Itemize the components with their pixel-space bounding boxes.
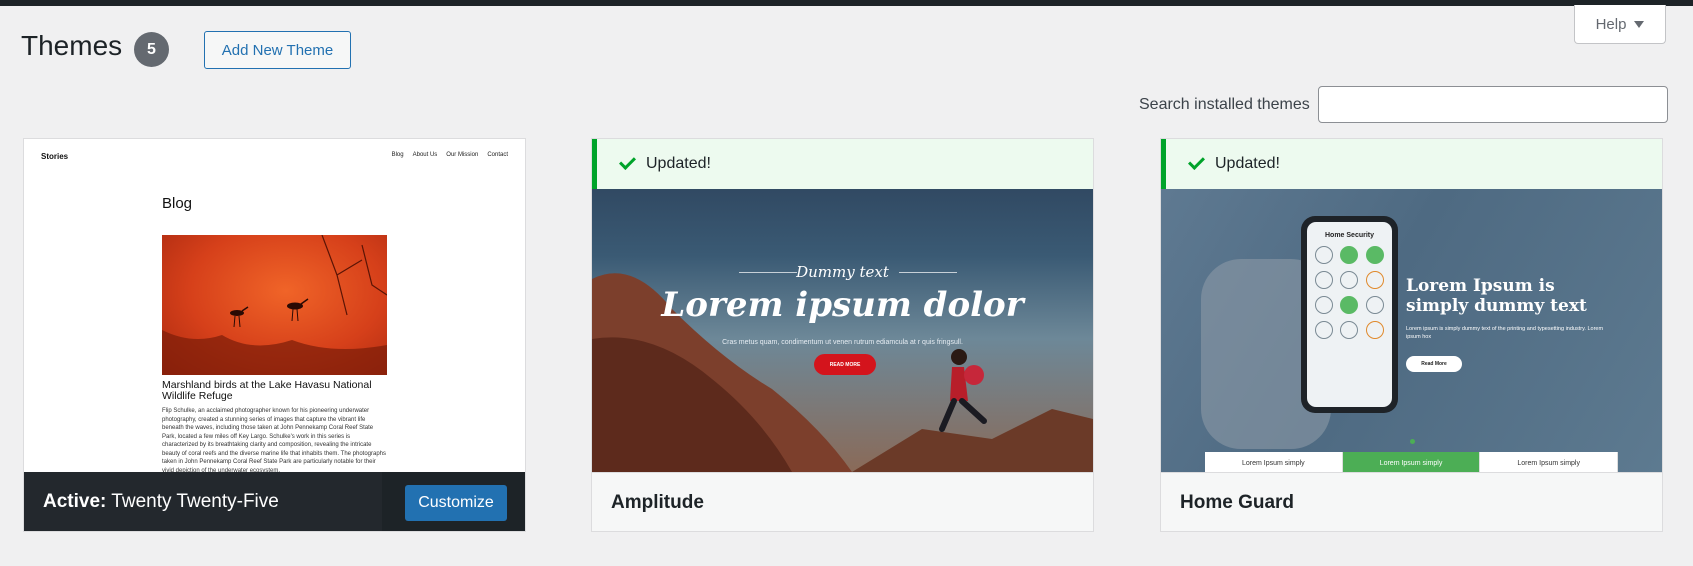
preview-pager-dot: [1410, 439, 1415, 444]
preview-feature-card: Lorem Ipsum simply: [1480, 452, 1619, 472]
home-device-icon: [1365, 321, 1384, 339]
home-device-icon: [1315, 246, 1334, 264]
help-button[interactable]: Help: [1574, 5, 1666, 44]
page-title: Themes: [21, 30, 123, 61]
preview-phone: Home Security: [1301, 216, 1398, 413]
home-device-icon: [1315, 321, 1334, 339]
preview-screen-title: Home Security: [1324, 232, 1375, 239]
active-prefix: Active:: [43, 491, 107, 512]
theme-card-twenty-twenty-five[interactable]: Stories Blog About Us Our Mission Contac…: [23, 138, 526, 532]
checkmark-icon: [619, 153, 636, 170]
preview-post-title: Marshland birds at the Lake Havasu Natio…: [162, 379, 372, 402]
bulb-icon: [1340, 246, 1359, 264]
search-label: Search installed themes: [1139, 96, 1310, 113]
notice-text: Updated!: [1215, 155, 1280, 172]
preview-nav-item: Blog: [391, 152, 404, 158]
home-device-icon: [1365, 296, 1384, 314]
updated-notice: Updated!: [592, 139, 1093, 189]
preview-subtext: Lorem ipsum is simply dummy text of the …: [1406, 326, 1604, 340]
active-theme-label: Active: Twenty Twenty-Five: [24, 472, 382, 531]
theme-name-bar: Home Guard: [1161, 472, 1662, 531]
preview-eyebrow: Dummy text: [796, 263, 889, 281]
add-new-theme-button[interactable]: Add New Theme: [204, 31, 351, 69]
theme-card-amplitude[interactable]: Updated! Dummy text Lorem ipsum dolor Cr…: [591, 138, 1094, 532]
home-device-icon: [1365, 271, 1384, 289]
preview-post-excerpt: Flip Schulke, an acclaimed photographer …: [162, 408, 387, 472]
updated-notice: Updated!: [1161, 139, 1662, 189]
customize-button[interactable]: Customize: [405, 485, 507, 521]
preview-headline: Lorem ipsum dolor: [661, 285, 1024, 325]
preview-site-title: Stories: [41, 152, 69, 161]
preview-icon-grid: [1315, 246, 1384, 339]
theme-name: Amplitude: [611, 492, 704, 513]
caret-down-icon: [1634, 21, 1645, 28]
preview-nav: Blog About Us Our Mission Contact: [392, 152, 508, 158]
search-themes-input[interactable]: [1318, 86, 1668, 123]
preview-nav-item: Contact: [487, 152, 508, 158]
home-device-icon: [1315, 296, 1334, 314]
theme-count-badge: 5: [134, 32, 169, 67]
preview-read-more-button: READ MORE: [814, 354, 876, 375]
preview-read-more-button: Read More: [1406, 356, 1462, 372]
theme-card-home-guard[interactable]: Updated! Home Security Lorem Ipsum is si…: [1160, 138, 1663, 532]
checkmark-icon: [1188, 153, 1205, 170]
preview-headline: Lorem Ipsum is simply dummy text: [1406, 276, 1587, 316]
theme-name: Home Guard: [1180, 492, 1295, 513]
preview-nav-item: Our Mission: [446, 152, 479, 158]
notice-text: Updated!: [646, 155, 711, 172]
preview-feature-card: Lorem Ipsum simply: [1342, 452, 1481, 472]
home-device-icon: [1340, 321, 1359, 339]
theme-name-bar: Amplitude: [592, 472, 1093, 531]
active-theme-bar: Active: Twenty Twenty-Five Customize: [24, 472, 525, 531]
preview-subtext: Cras metus quam, condimentum ut venen ru…: [722, 339, 963, 346]
bulb-icon: [1340, 296, 1359, 314]
theme-screenshot[interactable]: Stories Blog About Us Our Mission Contac…: [24, 139, 525, 472]
preview-sunset-image: [162, 235, 387, 375]
preview-phone-screen: Home Security: [1307, 222, 1392, 407]
help-label: Help: [1595, 15, 1627, 33]
preview-feature-cards: Lorem Ipsum simply Lorem Ipsum simply Lo…: [1205, 452, 1619, 472]
admin-top-bar: [0, 0, 1693, 6]
preview-feature-card: Lorem Ipsum simply: [1205, 452, 1343, 472]
preview-nav-item: About Us: [412, 152, 438, 158]
home-device-icon: [1340, 271, 1359, 289]
bulb-icon: [1365, 246, 1384, 264]
home-device-icon: [1315, 271, 1334, 289]
preview-page-heading: Blog: [162, 195, 193, 212]
theme-name: Twenty Twenty-Five: [111, 491, 279, 512]
